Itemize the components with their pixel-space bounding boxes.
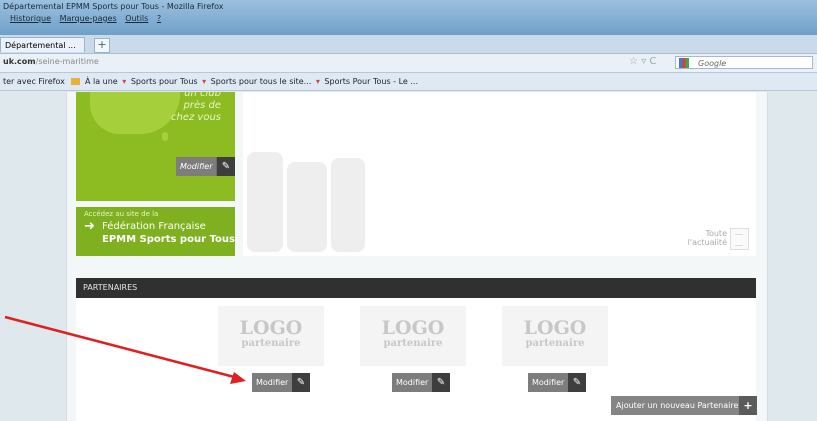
annotation-arrow-icon <box>4 315 246 384</box>
